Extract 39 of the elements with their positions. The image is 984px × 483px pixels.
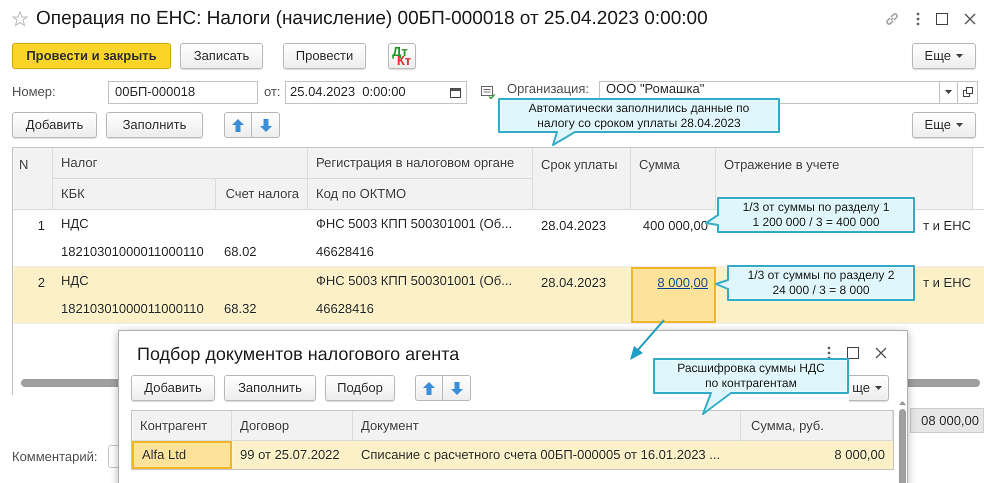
dialog-title: Подбор документов налогового агента	[137, 342, 460, 366]
row-number: 2	[36, 274, 46, 292]
column-header: Контрагент	[132, 411, 232, 441]
window-title: Операция по ЕНС: Налоги (начисление) 00БП-000018 от 25.04.2023 0:00:00	[36, 6, 708, 31]
table-cell-text: ФНС 5003 КПП 500301001 (Об...	[315, 272, 514, 290]
column-header: Код по ОКТМО	[308, 179, 533, 210]
total-field: 08 000,00	[910, 408, 984, 433]
organization-label: Организация:	[507, 80, 590, 98]
table-cell-text: НДС	[60, 215, 90, 234]
column-header: Договор	[232, 411, 353, 441]
row-number: 1	[36, 217, 46, 235]
table-cell-text: т и ЕНС	[923, 274, 971, 292]
table-cell-text: 18210301000011000110	[60, 243, 205, 262]
table-cell-text: 68.02	[223, 243, 258, 262]
table-cell-text: 46628416	[315, 243, 375, 262]
table-cell-text: НДС	[60, 272, 90, 290]
column-header: Сумма	[631, 148, 716, 210]
column-header: Сумма, руб.	[741, 411, 893, 441]
table-cell-text: 18210301000011000110	[60, 300, 205, 318]
table-cell-text: ФНС 5003 КПП 500301001 (Об...	[315, 215, 514, 234]
date-label: от:	[264, 83, 282, 102]
column-header: N	[13, 148, 53, 210]
column-header: Счет налога	[216, 179, 308, 210]
comment-label: Комментарий:	[12, 448, 98, 466]
table-cell-text: Списание с расчетного счета 00БП-000005 от 16.01.2023 ...	[360, 446, 722, 464]
table-cell-text: 68.32	[223, 300, 258, 318]
table-cell-text: т и ЕНС	[923, 217, 971, 235]
column-header: Регистрация в налоговом органе	[308, 148, 533, 179]
column-header: Срок уплаты	[533, 148, 631, 210]
table-cell-text: 28.04.2023	[540, 217, 608, 235]
callout-tooltip: Расшифровка суммы НДС по контрагентам	[651, 356, 851, 418]
column-header: Налог	[53, 148, 308, 179]
column-header: КБК	[53, 179, 216, 210]
number-label: Номер:	[12, 83, 57, 102]
table-cell-text: 99 от 25.07.2022	[239, 446, 341, 464]
column-header: Документ	[353, 411, 741, 441]
table-cell-text: 8 000,00	[833, 446, 886, 464]
table-cell-text: 46628416	[315, 300, 375, 318]
table-cell-text: 28.04.2023	[540, 274, 608, 292]
